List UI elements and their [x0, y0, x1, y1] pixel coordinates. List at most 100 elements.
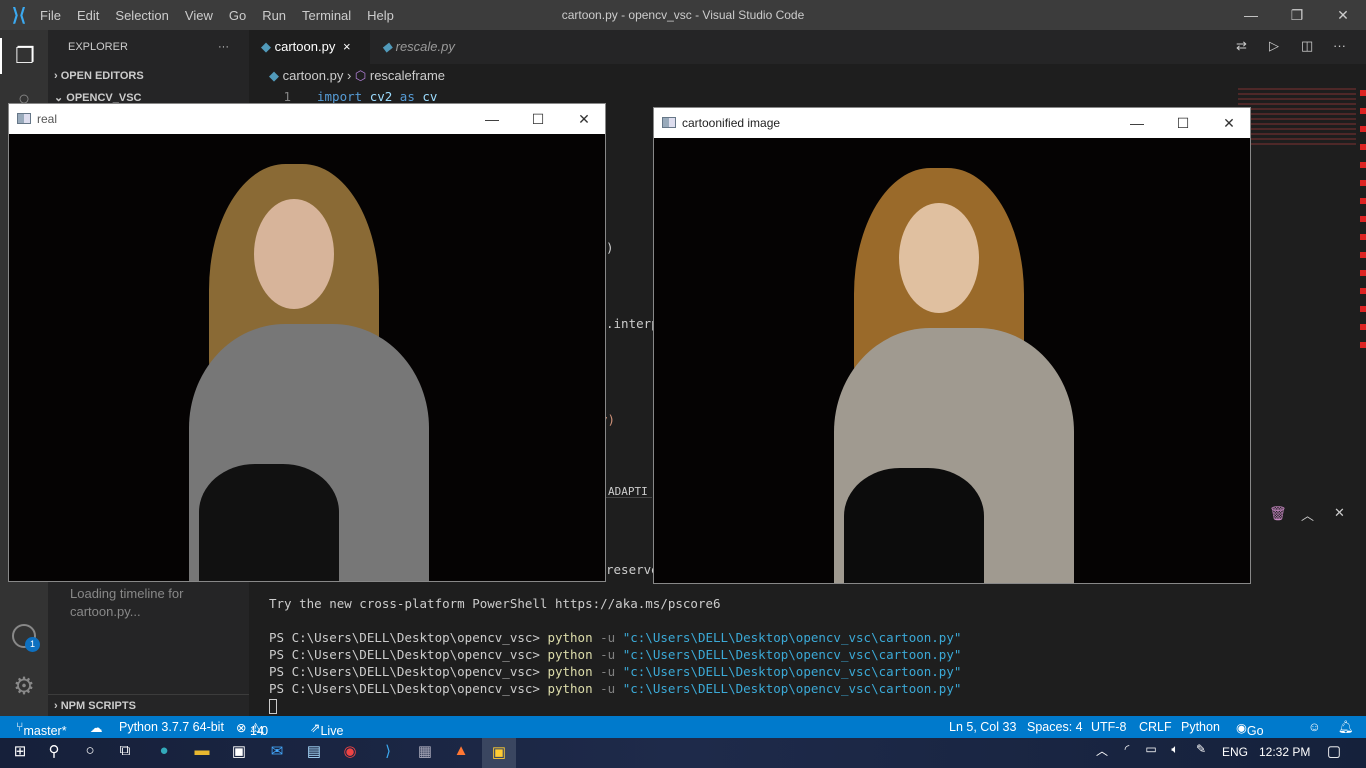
- open-editors-section[interactable]: › OPEN EDITORS: [48, 65, 249, 87]
- python-interpreter[interactable]: Python 3.7.7 64-bit: [119, 720, 224, 734]
- minimize-button[interactable]: —: [1114, 108, 1160, 138]
- volume-icon[interactable]: 🔈︎: [1163, 742, 1187, 764]
- tab-close-icon[interactable]: ×: [343, 39, 351, 54]
- python-file-icon: ◆: [382, 39, 392, 54]
- npm-scripts-section[interactable]: › NPM SCRIPTS: [48, 694, 249, 716]
- search-icon[interactable]: ⚲: [42, 742, 66, 764]
- close-button[interactable]: ✕: [1206, 108, 1252, 138]
- battery-icon[interactable]: ▭: [1139, 742, 1163, 764]
- terminal-command-line: PS C:\Users\DELL\Desktop\opencv_vsc> pyt…: [249, 629, 1366, 646]
- show-hidden-icons[interactable]: ︿: [1090, 742, 1114, 764]
- live-share-button[interactable]: ⇗ Live Share: [310, 720, 354, 752]
- opencv-window-icon: [17, 113, 31, 124]
- symbol-method-icon: ⬡: [354, 68, 367, 83]
- opencv-window-real[interactable]: real — ☐ ✕: [8, 103, 606, 582]
- close-panel-icon[interactable]: ✕: [1334, 505, 1345, 521]
- close-button[interactable]: ✕: [1320, 0, 1366, 30]
- go-live-button[interactable]: ◉ Go Live: [1236, 720, 1270, 752]
- file-explorer-icon[interactable]: ▬: [190, 742, 214, 764]
- problems-status[interactable]: ⊗ 14 ⚠ 0: [236, 720, 268, 738]
- terminal-cursor: [269, 699, 277, 714]
- sync-icon[interactable]: ☁: [90, 720, 103, 735]
- maximize-button[interactable]: ☐: [1160, 108, 1206, 138]
- prompt: PS C:\Users\DELL\Desktop\opencv_vsc>: [269, 664, 548, 679]
- window-titlebar[interactable]: real — ☐ ✕: [9, 104, 605, 134]
- menu-go[interactable]: Go: [221, 8, 254, 23]
- tab-rescale[interactable]: ◆ rescale.py: [370, 30, 491, 64]
- minimize-button[interactable]: —: [469, 104, 515, 134]
- open-editors-label: OPEN EDITORS: [60, 70, 144, 82]
- maximize-button[interactable]: ☐: [515, 104, 561, 134]
- mail-icon[interactable]: ✉: [265, 742, 289, 764]
- tab-bar: ◆ cartoon.py × ◆ rescale.py ⇄ ▷ ◫ ···: [249, 30, 1366, 64]
- vscode-taskbar-icon[interactable]: ⟩: [376, 742, 400, 764]
- tab-label: cartoon.py: [274, 39, 336, 54]
- restore-button[interactable]: ❐: [1274, 0, 1320, 30]
- store-icon[interactable]: ▣: [227, 742, 251, 764]
- warning-count: 0: [261, 724, 269, 738]
- tab-label: rescale.py: [395, 39, 455, 54]
- app-icon[interactable]: ▦: [413, 742, 437, 764]
- minimize-button[interactable]: —: [1228, 0, 1274, 30]
- opencv-window-cartoonified[interactable]: cartoonified image — ☐ ✕: [653, 107, 1251, 584]
- flag: -u: [592, 647, 623, 662]
- cortana-icon[interactable]: ○: [78, 742, 102, 764]
- indentation[interactable]: Spaces: 4: [1027, 720, 1083, 734]
- terminal-command-line: PS C:\Users\DELL\Desktop\opencv_vsc> pyt…: [249, 646, 1366, 663]
- breadcrumb-file[interactable]: cartoon.py: [283, 68, 344, 83]
- menu-edit[interactable]: Edit: [69, 8, 107, 23]
- vscode-logo-icon: ⟩⟨: [12, 4, 27, 25]
- menu-bar: File Edit Selection View Go Run Terminal…: [32, 8, 402, 23]
- menu-selection[interactable]: Selection: [107, 8, 176, 23]
- windows-start-icon[interactable]: ⊞: [8, 742, 32, 764]
- python-window-icon[interactable]: ▣: [482, 738, 516, 768]
- notifications-icon[interactable]: ▢: [1322, 742, 1346, 764]
- menu-run[interactable]: Run: [254, 8, 294, 23]
- scrollbar-markers[interactable]: [1360, 90, 1366, 350]
- more-actions-button[interactable]: ···: [218, 30, 229, 65]
- menu-terminal[interactable]: Terminal: [294, 8, 359, 23]
- maximize-panel-icon[interactable]: ︿: [1301, 505, 1314, 524]
- more-icon[interactable]: ···: [1333, 38, 1346, 53]
- clock[interactable]: 12:32 PM: [1259, 745, 1310, 759]
- prompt: PS C:\Users\DELL\Desktop\opencv_vsc>: [269, 630, 548, 645]
- notepad-icon[interactable]: ▤: [302, 742, 326, 764]
- matlab-icon[interactable]: ▲: [449, 742, 473, 764]
- wifi-icon[interactable]: ◜: [1115, 742, 1139, 764]
- branch-label: master*: [23, 724, 67, 738]
- terminal-command-line: PS C:\Users\DELL\Desktop\opencv_vsc> pyt…: [249, 663, 1366, 680]
- split-editor-icon[interactable]: ◫: [1301, 38, 1313, 54]
- cursor-position[interactable]: Ln 5, Col 33: [949, 720, 1016, 734]
- edge-icon[interactable]: ●: [152, 742, 176, 764]
- task-view-icon[interactable]: ⧉: [113, 742, 137, 764]
- eol[interactable]: CRLF: [1139, 720, 1172, 734]
- menu-help[interactable]: Help: [359, 8, 402, 23]
- input-language[interactable]: ENG: [1222, 745, 1248, 759]
- breadcrumb-symbol[interactable]: rescaleframe: [370, 68, 445, 83]
- bell-icon[interactable]: 🔔︎: [1338, 720, 1354, 735]
- close-button[interactable]: ✕: [561, 104, 607, 134]
- minimap[interactable]: [1238, 88, 1356, 148]
- source-control-compare-icon[interactable]: ⇄: [1236, 38, 1247, 54]
- menu-view[interactable]: View: [177, 8, 221, 23]
- cartoonified-image: [654, 138, 1250, 583]
- status-bar: ⑂ master* ☁ Python 3.7.7 64-bit ⊗ 14 ⚠ 0…: [0, 716, 1366, 752]
- explorer-icon[interactable]: ❐: [0, 38, 48, 74]
- run-icon[interactable]: ▷: [1269, 38, 1279, 54]
- trash-icon[interactable]: 🗑: [1269, 505, 1287, 522]
- pen-icon[interactable]: ✎: [1189, 742, 1213, 764]
- language-mode[interactable]: Python: [1181, 720, 1220, 734]
- code-fragment: ADAPTI: [608, 485, 648, 498]
- feedback-icon[interactable]: ☺: [1308, 720, 1321, 734]
- branch-status[interactable]: ⑂ master*: [16, 720, 67, 738]
- window-titlebar[interactable]: cartoonified image — ☐ ✕: [654, 108, 1250, 138]
- command: python: [547, 681, 593, 696]
- command: python: [547, 647, 593, 662]
- tab-cartoon[interactable]: ◆ cartoon.py ×: [249, 30, 370, 64]
- gear-icon[interactable]: ⚙: [0, 672, 48, 701]
- terminal[interactable]: Try the new cross-platform PowerShell ht…: [249, 590, 1366, 714]
- encoding[interactable]: UTF-8: [1091, 720, 1126, 734]
- code-fragment: reserve: [606, 562, 659, 577]
- menu-file[interactable]: File: [32, 8, 69, 23]
- chrome-icon[interactable]: ◉: [338, 742, 362, 764]
